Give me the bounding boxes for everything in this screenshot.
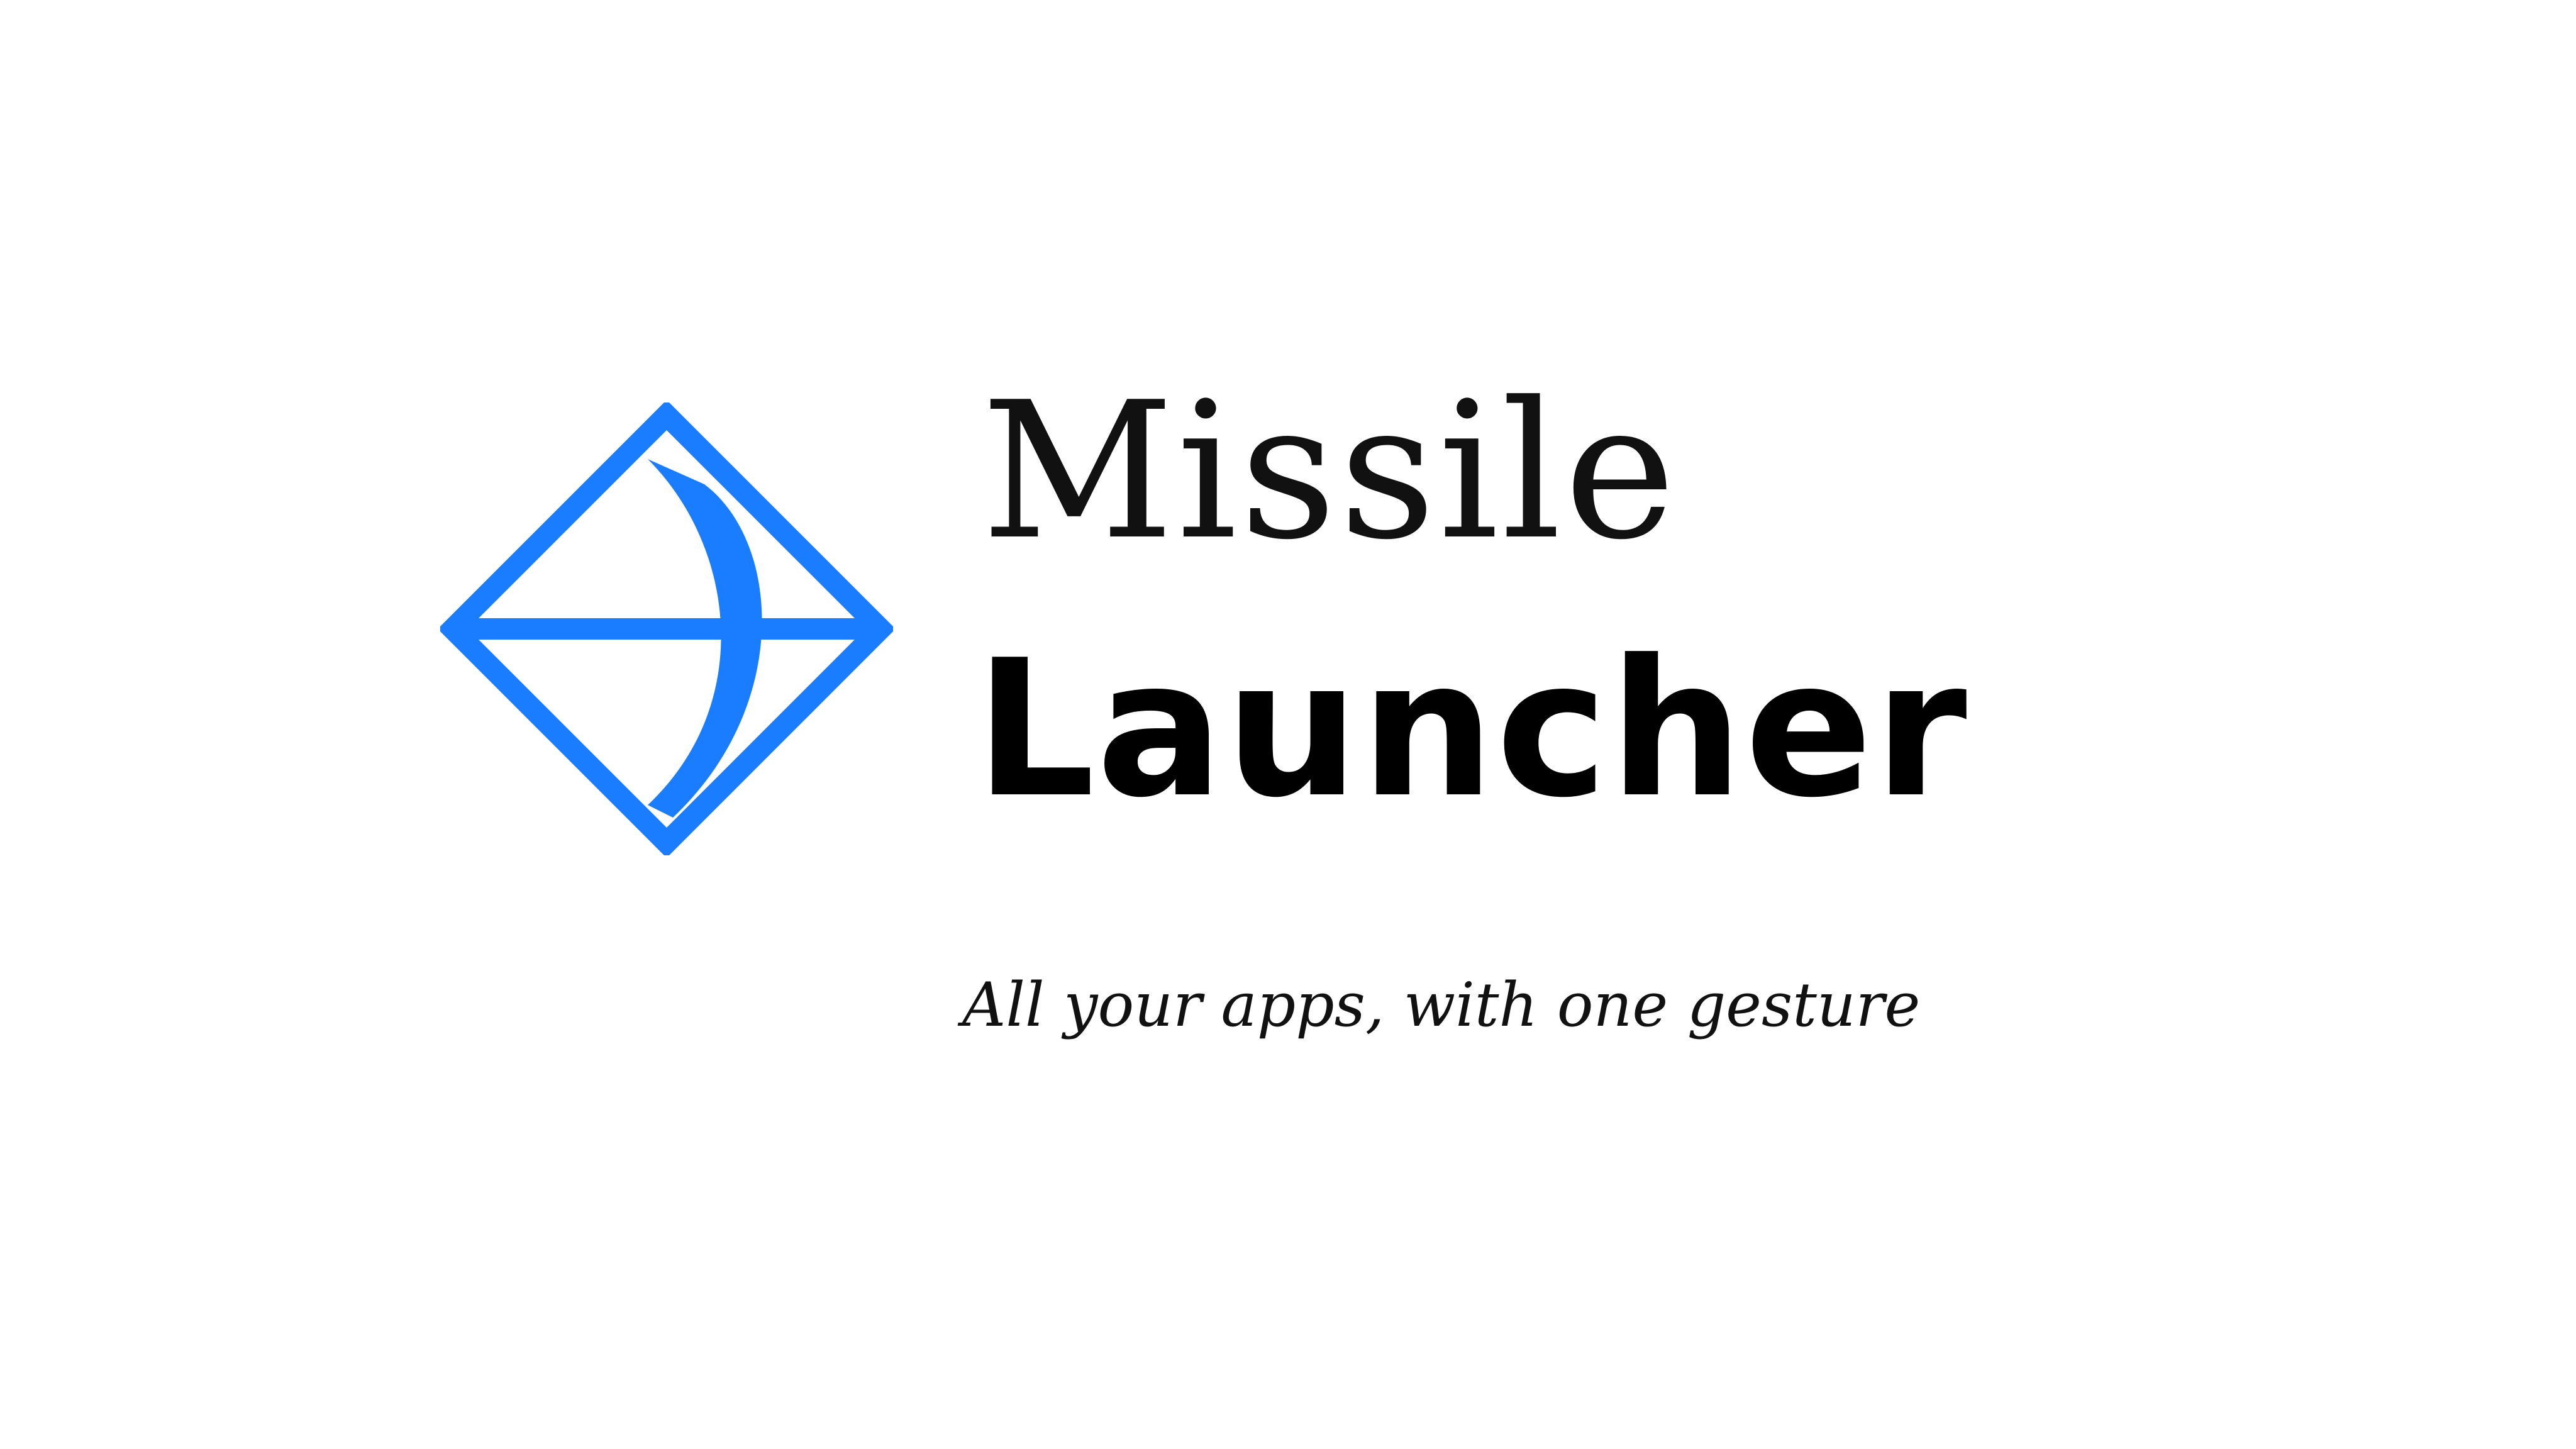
app-name-line1: Missile (981, 362, 1679, 581)
splash-screen: Missile Launcher All your apps, with one… (0, 0, 2576, 1449)
tagline: All your apps, with one gesture (962, 970, 1921, 1040)
app-name-line2: Launcher (975, 619, 1968, 839)
bow-and-arrow-diamond-icon (440, 402, 893, 855)
